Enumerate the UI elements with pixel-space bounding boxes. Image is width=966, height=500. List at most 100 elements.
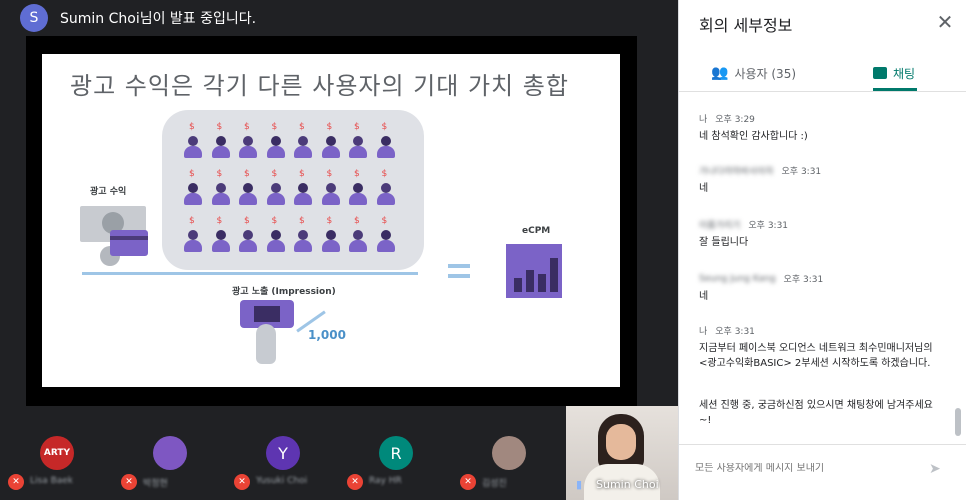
dollar-icon: $ [326, 216, 333, 226]
participant-tile[interactable]: R ✕ Ray HR [339, 406, 452, 500]
slide: 광고 수익은 각기 다른 사용자의 기대 가치 총합 광고 수익 $ $ $ $ $ $ $… [42, 54, 620, 387]
dollar-icon: $ [189, 169, 195, 179]
user-person-icon: $ [237, 169, 259, 207]
participant-tile[interactable]: Y ✕ Yusuki Choi [226, 406, 339, 500]
message-sender: 이름가리기 [699, 221, 741, 231]
dollar-icon: $ [244, 122, 250, 132]
dollar-icon: $ [381, 216, 388, 226]
message-input[interactable] [695, 463, 925, 474]
tab-people[interactable]: 👥 사용자 (35) [711, 56, 796, 90]
presentation-stage: S Sumin Choi님이 발표 중입니다. 광고 수익은 각기 다른 사용자… [0, 0, 678, 500]
user-person-icon: $ [210, 169, 232, 207]
credit-card-icon [110, 230, 148, 256]
dollar-icon: $ [244, 216, 250, 226]
dollar-icon: $ [189, 216, 195, 226]
mic-muted-icon: ✕ [8, 474, 24, 490]
chat-message: 세션 진행 중, 궁금하신점 있으시면 채팅창에 남겨주세요 ~! [699, 394, 939, 428]
chat-message: 가나다라마바사아자 오후 3:31 네 [699, 164, 939, 196]
dollar-icon: $ [299, 216, 305, 226]
slide-title: 광고 수익은 각기 다른 사용자의 기대 가치 총합 [70, 72, 569, 100]
user-person-icon: $ [375, 216, 397, 254]
panel-title: 회의 세부정보 [699, 16, 793, 35]
user-person-icon: $ [292, 216, 314, 254]
chat-message: 나 오후 3:31 지금부터 페이스북 오디언스 네트워크 최수민매니저님의 <광… [699, 324, 939, 371]
close-icon[interactable]: ✕ [935, 12, 955, 32]
mic-muted-icon: ✕ [460, 474, 476, 490]
message-text: 네 [699, 291, 709, 302]
participant-avatar [153, 436, 187, 470]
tab-chat-label: 채팅 [893, 66, 916, 81]
chat-icon [873, 67, 887, 79]
presenter-banner: S Sumin Choi님이 발표 중입니다. [20, 4, 256, 32]
message-time: 오후 3:29 [715, 115, 755, 125]
chat-composer: ➤ [679, 444, 966, 500]
participant-tile[interactable]: ✕ 김성진 [452, 406, 565, 500]
meeting-details-panel: 회의 세부정보 ✕ 👥 사용자 (35) 채팅 나 오후 3:29 네 참석확인 … [678, 0, 966, 500]
user-person-icon: $ [265, 216, 287, 254]
participant-avatar: R [379, 436, 413, 470]
participant-name: 박정현 [143, 479, 168, 489]
user-person-icon: $ [320, 169, 342, 207]
shared-screen: 광고 수익은 각기 다른 사용자의 기대 가치 총합 광고 수익 $ $ $ $ $ $ $… [26, 36, 637, 406]
dollar-icon: $ [271, 169, 278, 179]
dollar-icon: $ [244, 169, 250, 179]
people-icon: 👥 [711, 65, 729, 81]
user-person-icon: $ [347, 216, 369, 254]
participant-name: 김성진 [482, 479, 507, 489]
participant-name: Ray HR [369, 476, 402, 486]
participant-name: Lisa Baek [30, 476, 74, 486]
tab-chat[interactable]: 채팅 [873, 56, 915, 90]
user-person-icon: $ [292, 169, 314, 207]
dollar-icon: $ [271, 216, 278, 226]
user-person-icon: $ [182, 169, 204, 207]
presenter-avatar: S [20, 4, 48, 32]
user-person-icon: $ [237, 122, 259, 160]
user-person-icon: $ [375, 122, 397, 160]
dollar-icon: $ [354, 122, 360, 132]
dollar-icon: $ [216, 169, 223, 179]
divider-line [82, 272, 418, 275]
dollar-icon: $ [216, 122, 223, 132]
user-person-icon: $ [320, 216, 342, 254]
send-icon[interactable]: ➤ [929, 461, 947, 479]
user-person-icon: $ [347, 169, 369, 207]
bar-chart-icon [506, 244, 562, 298]
user-person-icon: $ [292, 122, 314, 160]
message-sender: Seung Jung Kang [699, 273, 776, 284]
dollar-icon: $ [326, 169, 333, 179]
user-person-icon: $ [347, 122, 369, 160]
user-person-icon: $ [210, 122, 232, 160]
user-person-icon: $ [320, 122, 342, 160]
ecpm-label: eCPM [522, 226, 551, 236]
self-video-tile[interactable]: ▮ Sumin Choi [566, 406, 678, 500]
message-text: 잘 들립니다 [699, 237, 749, 248]
participant-tile[interactable]: ✕ 박정현 [113, 406, 226, 500]
dollar-icon: $ [271, 122, 278, 132]
chat-message: Seung Jung Kang 오후 3:31 네 [699, 272, 939, 304]
participant-avatar [492, 436, 526, 470]
presenter-status-text: Sumin Choi님이 발표 중입니다. [60, 11, 257, 27]
mic-muted-icon: ✕ [234, 474, 250, 490]
dollar-icon: $ [354, 216, 360, 226]
participant-name: Yusuki Choi [256, 476, 308, 486]
dollar-icon: $ [299, 169, 305, 179]
user-person-icon: $ [265, 169, 287, 207]
tab-people-label: 사용자 (35) [734, 66, 797, 81]
user-person-icon: $ [182, 216, 204, 254]
message-text: 세션 진행 중, 궁금하신점 있으시면 채팅창에 남겨주세요 ~! [699, 400, 933, 426]
user-person-icon: $ [182, 122, 204, 160]
message-time: 오후 3:31 [748, 221, 789, 231]
chat-message: 나 오후 3:29 네 참석확인 감사합니다 :) [699, 112, 939, 144]
audio-wave-icon: ▮ [576, 478, 583, 491]
participant-tile[interactable]: ARTY ✕ Lisa Baek [0, 406, 113, 500]
dollar-icon: $ [326, 122, 333, 132]
chat-message: 이름가리기 오후 3:31 잘 들립니다 [699, 218, 939, 250]
message-text: 지금부터 페이스북 오디언스 네트워크 최수민매니저님의 <광고수익화BASIC… [699, 343, 933, 369]
chat-message-list[interactable]: 나 오후 3:29 네 참석확인 감사합니다 :) 가나다라마바사아자 오후 3:3… [679, 92, 953, 442]
panel-header: 회의 세부정보 ✕ [679, 0, 966, 48]
chat-scrollbar[interactable] [955, 408, 961, 436]
user-person-icon: $ [237, 216, 259, 254]
ad-revenue-label: 광고 수익 [90, 187, 127, 197]
participant-strip: ARTY ✕ Lisa Baek ✕ 박정현 Y ✕ Yusuki Choi R… [0, 406, 566, 500]
message-sender: 나 [699, 327, 708, 337]
